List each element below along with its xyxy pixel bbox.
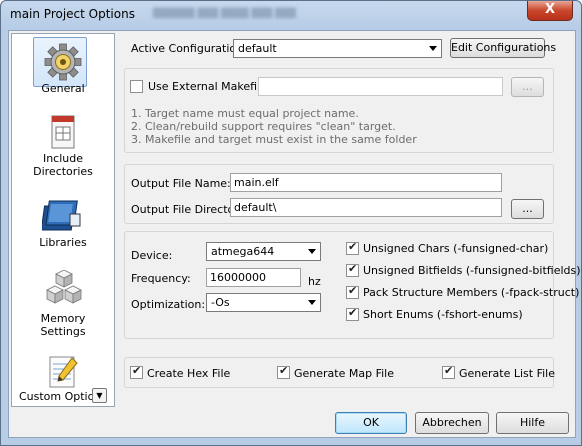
output-directory-browse-button[interactable]: ... bbox=[511, 199, 544, 219]
sidebar-item-label: Libraries bbox=[39, 236, 87, 249]
generate-list-file-checkbox[interactable] bbox=[442, 364, 455, 379]
frequency-label: Frequency: bbox=[131, 272, 191, 285]
frequency-field[interactable]: 16000000 bbox=[206, 268, 301, 287]
memory-settings-icon bbox=[46, 270, 82, 304]
pack-structure-members-checkbox[interactable] bbox=[346, 284, 359, 299]
makefile-hint-3: 3. Makefile and target must exist in the… bbox=[131, 133, 417, 146]
sidebar-item-label: Directories bbox=[33, 165, 93, 178]
sidebar-item-label: General bbox=[41, 82, 85, 95]
generate-map-file-label: Generate Map File bbox=[294, 367, 394, 380]
device-select[interactable]: atmega644 bbox=[206, 242, 321, 261]
create-hex-file-checkbox[interactable] bbox=[130, 364, 143, 379]
sidebar-item-general[interactable]: General bbox=[12, 34, 114, 104]
device-label: Device: bbox=[131, 249, 173, 262]
use-external-makefile-checkbox[interactable] bbox=[130, 80, 143, 93]
ok-button[interactable]: OK bbox=[335, 412, 407, 434]
optimization-value: -Os bbox=[211, 296, 230, 309]
makefile-browse-button[interactable]: ... bbox=[511, 77, 544, 97]
title-obscured-path: ██████ ███ ████ ███ ███ bbox=[153, 9, 296, 19]
unsigned-bitfields-checkbox[interactable] bbox=[346, 262, 359, 277]
edit-configurations-button[interactable]: Edit Configurations bbox=[450, 38, 556, 58]
sidebar-item-include-directories[interactable]: Include Directories bbox=[12, 114, 114, 184]
sidebar-item-label: Settings bbox=[40, 325, 86, 338]
output-file-directory-field[interactable]: default\ bbox=[230, 198, 502, 217]
gear-icon bbox=[44, 43, 82, 81]
project-options-window: main Project Options ██████ ███ ████ ███… bbox=[0, 0, 582, 446]
output-file-name-field[interactable]: main.elf bbox=[230, 173, 502, 192]
frequency-unit: hz bbox=[308, 275, 321, 288]
short-enums-label: Short Enums (-fshort-enums) bbox=[363, 308, 523, 321]
unsigned-bitfields-label: Unsigned Bitfields (-funsigned-bitfields… bbox=[363, 264, 581, 277]
sidebar-item-label: Memory bbox=[40, 312, 86, 325]
notepad-icon bbox=[49, 356, 78, 388]
sidebar-item-label: Include bbox=[42, 152, 84, 165]
short-enums-checkbox[interactable] bbox=[346, 306, 359, 321]
cancel-button[interactable]: Abbrechen bbox=[415, 412, 489, 434]
active-configuration-value: default bbox=[238, 42, 277, 55]
libraries-icon bbox=[42, 200, 81, 231]
sidebar-item-libraries[interactable]: Libraries bbox=[12, 196, 114, 256]
category-sidebar[interactable]: General Include Directories Libraries Me… bbox=[11, 33, 115, 407]
include-directories-icon bbox=[51, 115, 75, 149]
generate-list-file-label: Generate List File bbox=[459, 367, 556, 380]
unsigned-chars-checkbox[interactable] bbox=[346, 240, 359, 255]
generate-map-file-checkbox[interactable] bbox=[277, 364, 290, 379]
dialog-body: General Include Directories Libraries Me… bbox=[8, 30, 581, 438]
device-value: atmega644 bbox=[211, 245, 275, 258]
sidebar-scroll-down-button[interactable]: ▼ bbox=[92, 388, 107, 403]
chevron-down-icon bbox=[308, 249, 316, 254]
output-file-name-label: Output File Name: bbox=[131, 177, 231, 190]
window-title: main Project Options bbox=[10, 7, 135, 21]
unsigned-chars-label: Unsigned Chars (-funsigned-char) bbox=[363, 242, 549, 255]
close-button[interactable]: X bbox=[527, 1, 573, 21]
sidebar-item-memory-settings[interactable]: Memory Settings bbox=[12, 270, 114, 340]
pack-structure-members-label: Pack Structure Members (-fpack-struct) bbox=[363, 286, 580, 299]
makefile-hint-2: 2. Clean/rebuild support requires "clean… bbox=[131, 120, 396, 133]
optimization-label: Optimization: bbox=[131, 298, 206, 311]
optimization-select[interactable]: -Os bbox=[206, 293, 321, 312]
makefile-path-field[interactable] bbox=[258, 77, 503, 96]
chevron-down-icon bbox=[308, 300, 316, 305]
help-button[interactable]: Hilfe bbox=[496, 412, 569, 434]
chevron-down-icon bbox=[429, 46, 437, 51]
makefile-hint-1: 1. Target name must equal project name. bbox=[131, 107, 359, 120]
active-configuration-label: Active Configuration bbox=[131, 42, 244, 55]
active-configuration-select[interactable]: default bbox=[233, 39, 442, 58]
use-external-makefile-label: Use External Makefile bbox=[148, 80, 267, 93]
create-hex-file-label: Create Hex File bbox=[147, 367, 231, 380]
